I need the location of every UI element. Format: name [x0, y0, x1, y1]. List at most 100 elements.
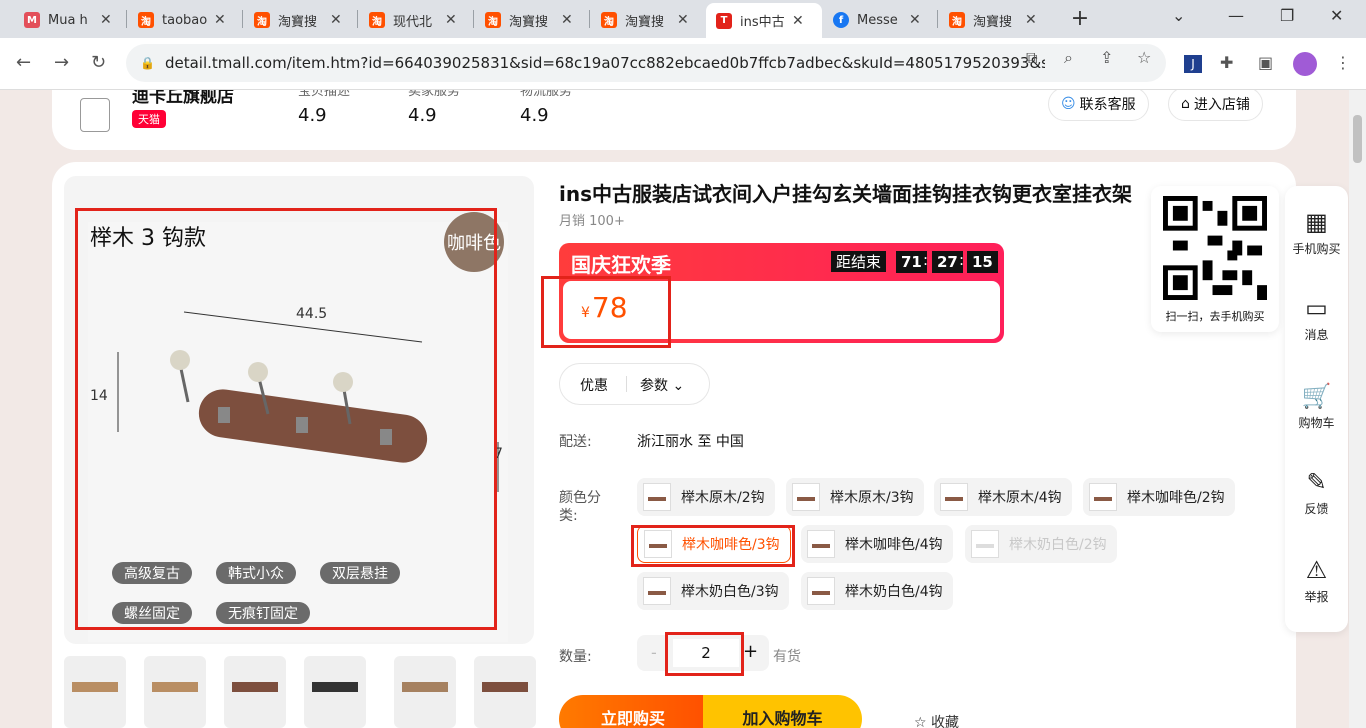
close-icon[interactable]: ✕ — [909, 12, 921, 28]
tab-favicon-icon: 淘 — [138, 12, 154, 28]
close-window-icon[interactable]: ✕ — [1330, 6, 1343, 25]
tab-params[interactable]: 参数 ⌄ — [640, 375, 684, 395]
side-cart[interactable]: 🛒 购物车 — [1285, 382, 1348, 431]
extension-icon[interactable]: J — [1184, 55, 1202, 73]
thumbnail[interactable] — [224, 656, 286, 728]
close-icon[interactable]: ✕ — [1025, 12, 1037, 28]
new-tab-button[interactable]: + — [1069, 6, 1091, 31]
contact-service-button[interactable]: ☺ 联系客服 — [1048, 90, 1149, 121]
shop-logo[interactable] — [80, 98, 110, 132]
tab-strip: M Mua h ✕ 淘 taobao ✕ 淘 淘寶搜 ✕ 淘 现代北 ✕ 淘 淘… — [0, 0, 1366, 38]
url-field[interactable]: 🔒 detail.tmall.com/item.htm?id=664039025… — [126, 44, 1166, 82]
tab-1[interactable]: M Mua h ✕ — [14, 5, 122, 35]
thumbnail[interactable] — [304, 656, 366, 728]
tab-3[interactable]: 淘 淘寶搜 ✕ — [244, 5, 352, 35]
tab-9[interactable]: 淘 淘寶搜 ✕ — [939, 5, 1047, 35]
cart-icon: 🛒 — [1301, 382, 1332, 410]
tab-8[interactable]: f Messe ✕ — [823, 5, 931, 35]
tab-favicon-icon: 淘 — [601, 12, 617, 28]
puzzle-icon[interactable]: ✚ — [1220, 53, 1233, 72]
favorite-button[interactable]: ☆ 收藏 — [914, 712, 959, 728]
tab-2[interactable]: 淘 taobao ✕ — [128, 5, 236, 35]
highlight-box-quantity — [665, 632, 744, 676]
tab-favicon-icon: f — [833, 12, 849, 28]
store-icon: ⌂ — [1181, 96, 1190, 112]
reload-icon[interactable]: ↻ — [91, 52, 106, 73]
tab-4[interactable]: 淘 现代北 ✕ — [359, 5, 467, 35]
variant-chip[interactable]: 榉木原木/3钩 — [786, 478, 924, 516]
warning-icon: ⚠ — [1305, 556, 1328, 584]
close-icon[interactable]: ✕ — [330, 12, 342, 28]
tab-search-icon[interactable]: ⌄ — [1172, 6, 1185, 25]
thumbnail[interactable] — [144, 656, 206, 728]
side-feedback[interactable]: ✎ 反馈 — [1285, 468, 1348, 517]
sidebar-icon[interactable]: ▣ — [1258, 53, 1273, 72]
highlight-box-image — [75, 208, 497, 630]
close-icon[interactable]: ✕ — [561, 12, 573, 28]
close-icon[interactable]: ✕ — [677, 12, 689, 28]
decrement-button[interactable]: - — [651, 643, 657, 662]
close-icon[interactable]: ✕ — [100, 12, 112, 28]
shipping-value: 浙江丽水 至 中国 — [637, 434, 744, 450]
close-icon[interactable]: ✕ — [214, 12, 226, 28]
share-icon[interactable]: ⇪ — [1100, 48, 1113, 67]
variant-chip[interactable]: 榉木咖啡色/4钩 — [801, 525, 953, 563]
side-mobile-buy[interactable]: ▦ 手机购买 — [1285, 208, 1348, 257]
back-icon[interactable]: ← — [16, 52, 31, 73]
shipping-label: 配送: — [559, 434, 592, 450]
variant-thumb — [940, 483, 968, 511]
grid-icon: ▦ — [1305, 208, 1328, 236]
menu-icon[interactable]: ⋮ — [1335, 53, 1351, 72]
thumbnail[interactable] — [474, 656, 536, 728]
forward-icon[interactable]: → — [54, 52, 69, 73]
tab-title: Mua h — [48, 12, 88, 28]
enter-shop-button[interactable]: ⌂ 进入店铺 — [1168, 90, 1263, 121]
tab-title: 淘寶搜 — [973, 14, 1013, 30]
zoom-icon[interactable]: ⌕ — [1064, 48, 1073, 68]
shop-name[interactable]: 迪卡丘旗舰店 — [132, 90, 234, 107]
scrollbar[interactable] — [1349, 90, 1366, 728]
score-logistics: 物流服务 4.9 — [520, 90, 573, 126]
tab-favicon-icon: 淘 — [369, 12, 385, 28]
buy-now-button[interactable]: 立即购买 — [559, 695, 707, 728]
variant-chip[interactable]: 榉木奶白色/3钩 — [637, 572, 789, 610]
tab-title: taobao — [162, 12, 208, 28]
thumbnail[interactable] — [64, 656, 126, 728]
variant-chip[interactable]: 榉木咖啡色/2钩 — [1083, 478, 1235, 516]
side-toolbar: ▦ 手机购买 ▭ 消息 🛒 购物车 ✎ 反馈 ⚠ 举报 — [1285, 186, 1348, 632]
close-icon[interactable]: ✕ — [792, 13, 804, 29]
close-icon[interactable]: ✕ — [445, 12, 457, 28]
translate-icon[interactable]: ⧉ — [1026, 48, 1037, 68]
variant-chip[interactable]: 榉木奶白色/4钩 — [801, 572, 953, 610]
bookmark-star-icon[interactable]: ☆ — [1137, 48, 1151, 67]
side-report[interactable]: ⚠ 举报 — [1285, 556, 1348, 605]
tab-6[interactable]: 淘 淘寶搜 ✕ — [591, 5, 699, 35]
scroll-thumb[interactable] — [1353, 115, 1362, 163]
quantity-label: 数量: — [559, 649, 592, 665]
countdown-label: 距结束 — [831, 251, 887, 272]
add-to-cart-button[interactable]: 加入购物车 — [703, 695, 862, 728]
avatar[interactable] — [1293, 52, 1317, 76]
variant-chip[interactable]: 榉木原木/4钩 — [934, 478, 1072, 516]
variant-thumb — [807, 577, 835, 605]
chat-icon: ▭ — [1305, 294, 1328, 322]
tab-7-active[interactable]: T ins中古 ✕ — [706, 3, 822, 38]
tab-5[interactable]: 淘 淘寶搜 ✕ — [475, 5, 583, 35]
tab-favicon-icon: T — [716, 12, 732, 29]
minimize-icon[interactable]: — — [1228, 6, 1244, 25]
tab-favicon-icon: 淘 — [254, 12, 270, 28]
qr-caption: 扫一扫，去手机购买 — [1165, 310, 1265, 323]
thumbnail[interactable] — [394, 656, 456, 728]
variant-chip[interactable]: 榉木原木/2钩 — [637, 478, 775, 516]
maximize-icon[interactable]: ❐ — [1280, 6, 1294, 25]
chat-bubble-icon: ☺ — [1061, 96, 1076, 112]
stock-status: 有货 — [773, 649, 801, 665]
side-messages[interactable]: ▭ 消息 — [1285, 294, 1348, 343]
tab-title: ins中古 — [740, 15, 785, 30]
variant-thumb — [971, 530, 999, 558]
variant-chip-disabled: 榉木奶白色/2钩 — [965, 525, 1117, 563]
increment-button[interactable]: + — [743, 641, 758, 662]
monthly-sales: 月销 100+ — [559, 214, 625, 229]
score-service: 卖家服务 4.9 — [408, 90, 461, 126]
tab-discount[interactable]: 优惠 — [580, 375, 608, 395]
